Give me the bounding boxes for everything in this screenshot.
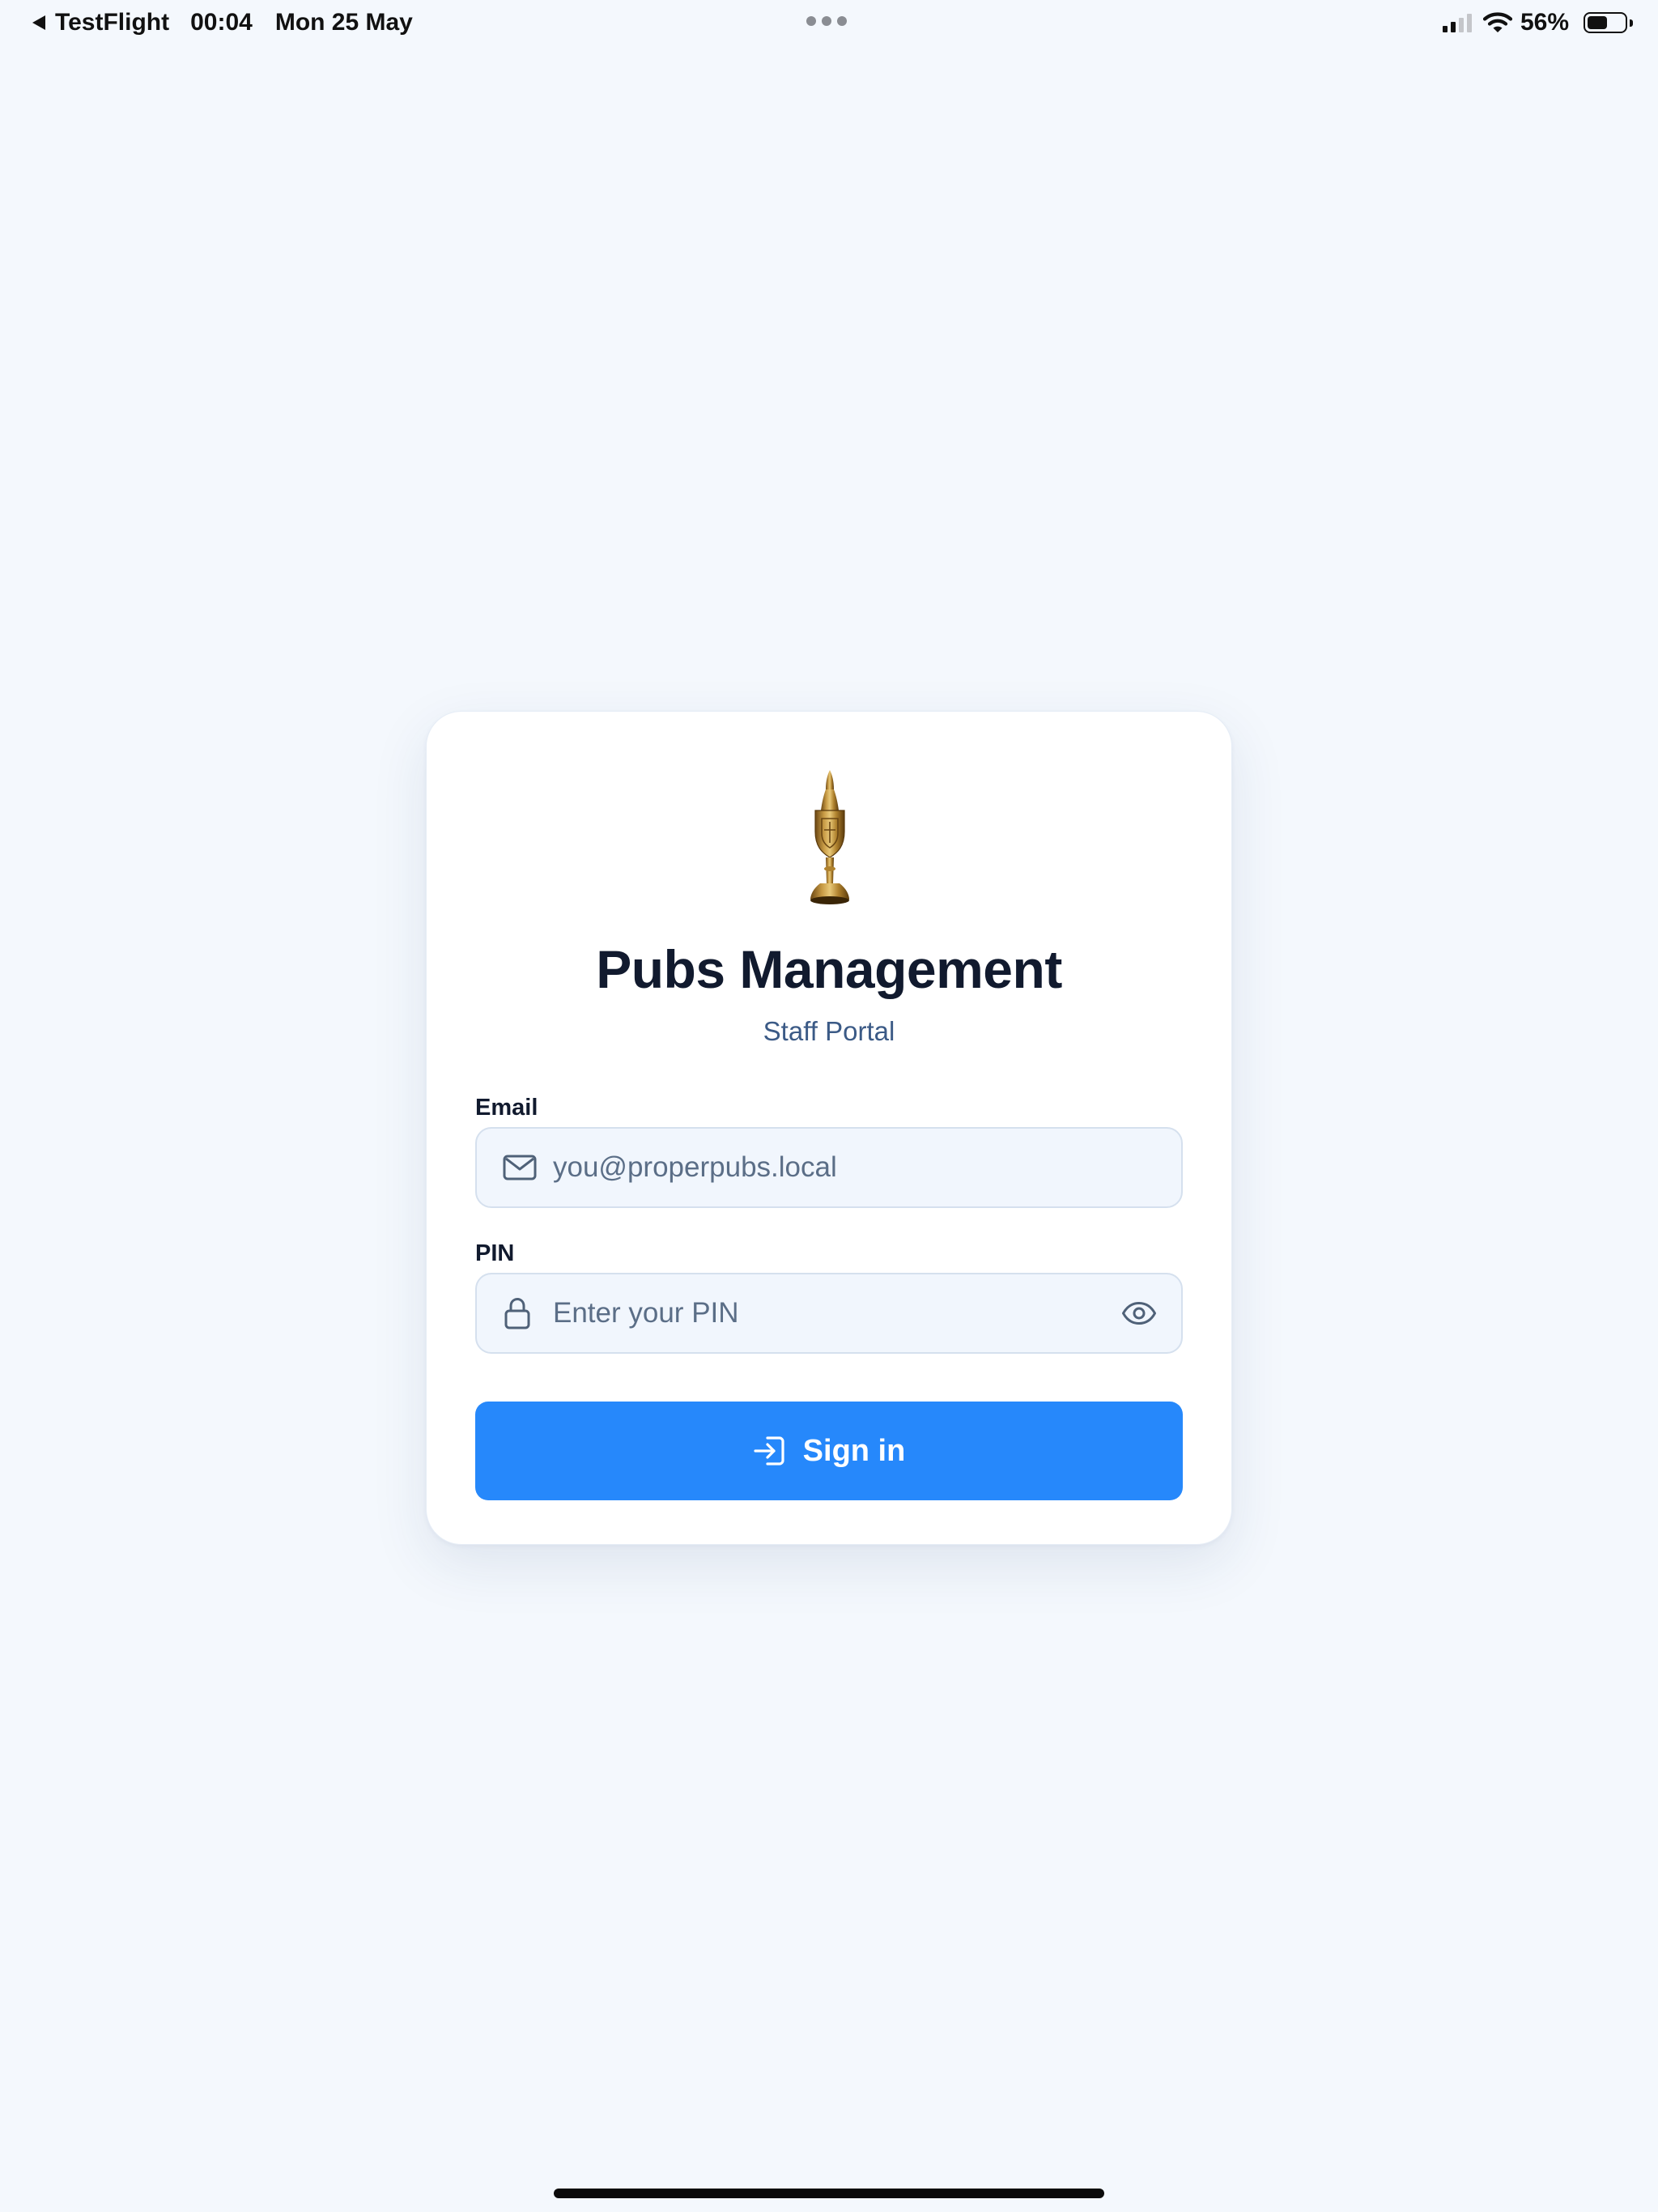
email-input[interactable] [553,1129,1108,1206]
login-card: Pubs Management Staff Portal Email PIN [426,711,1232,1545]
home-indicator[interactable] [554,2189,1104,2198]
beer-pump-icon [810,770,849,904]
battery-icon [1584,12,1633,33]
signal-bar [1450,22,1456,32]
battery-percent: 56% [1520,9,1569,36]
back-arrow-icon[interactable] [32,15,45,30]
multitasking-menu-icon[interactable] [806,16,847,26]
status-date: Mon 25 May [274,9,413,36]
wifi-icon [1482,12,1512,32]
pin-input[interactable] [553,1274,1108,1352]
eye-icon [1122,1302,1156,1325]
status-left: TestFlight 00:04 Mon 25 May [32,6,413,39]
status-right: 56% [1442,6,1633,39]
cellular-signal-icon [1442,13,1472,32]
sign-in-label: Sign in [802,1433,906,1468]
lock-icon [504,1297,530,1329]
back-to-app-link[interactable]: TestFlight [55,9,169,36]
login-icon [754,1436,784,1465]
app-subtitle: Staff Portal [763,1016,895,1046]
email-field-container[interactable] [475,1127,1183,1208]
pin-field-container[interactable] [475,1273,1183,1354]
show-pin-toggle[interactable] [1120,1297,1158,1329]
status-bar: TestFlight 00:04 Mon 25 May 56% [0,0,1658,45]
status-time: 00:04 [190,9,253,36]
signal-bar [1458,18,1464,32]
signal-bar [1466,14,1472,32]
email-label: Email [475,1095,538,1121]
pin-label: PIN [475,1240,515,1266]
mail-icon [503,1155,537,1180]
signal-bar [1442,26,1448,32]
app-title: Pubs Management [596,939,1062,999]
sign-in-button[interactable]: Sign in [475,1402,1183,1500]
